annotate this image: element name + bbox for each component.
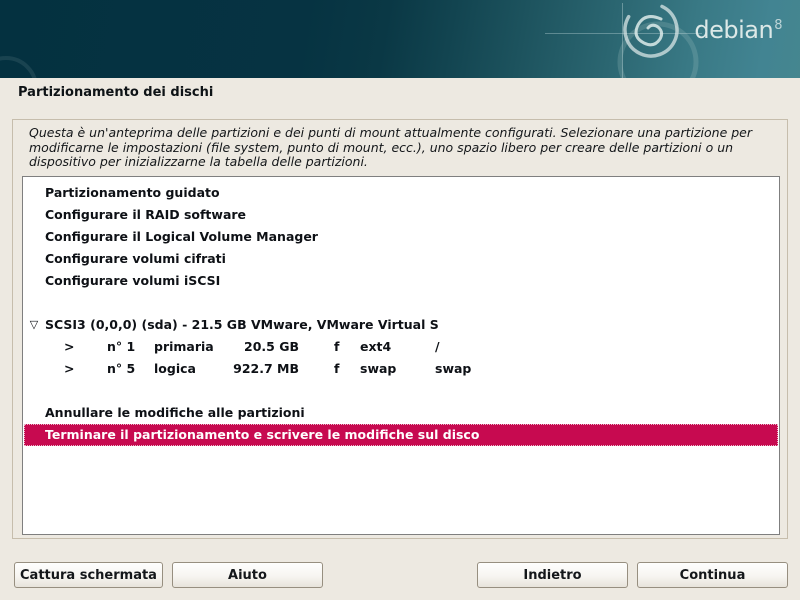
partition-mountpoint: swap — [435, 358, 471, 380]
list-item-label: Annullare le modifiche alle partizioni — [45, 405, 305, 420]
partition-size: 20.5 GB — [198, 336, 299, 358]
partition-number: n° 1 — [107, 336, 135, 358]
partition-format-flag: f — [334, 336, 339, 358]
intro-line: modificarne le impostazioni (file system… — [29, 141, 779, 156]
list-item-configure-iscsi[interactable]: Configurare volumi iSCSI — [23, 270, 779, 292]
partition-size: 922.7 MB — [198, 358, 299, 380]
partition-filesystem: swap — [360, 358, 396, 380]
expander-closed-icon[interactable]: > — [64, 336, 74, 358]
partition-filesystem: ext4 — [360, 336, 391, 358]
list-spacer-row — [23, 292, 779, 314]
partition-row-5[interactable]: > n° 5 logica 922.7 MB f swap swap — [23, 358, 779, 380]
list-item-finish-partitioning[interactable]: Terminare il partizionamento e scrivere … — [24, 424, 778, 446]
partition-format-flag: f — [334, 358, 339, 380]
screenshot-button[interactable]: Cattura schermata — [14, 562, 163, 588]
list-item-configure-raid[interactable]: Configurare il RAID software — [23, 204, 779, 226]
list-item-guided-partitioning[interactable]: Partizionamento guidato — [23, 182, 779, 204]
debian-swirl-icon — [0, 0, 800, 78]
page-title: Partizionamento dei dischi — [18, 85, 213, 100]
list-item-label: Configurare il RAID software — [45, 207, 246, 222]
list-item-label: Configurare volumi iSCSI — [45, 273, 220, 288]
version-number: 8 — [774, 18, 782, 33]
partition-mountpoint: / — [435, 336, 440, 358]
list-item-label: Partizionamento guidato — [45, 185, 220, 200]
help-button[interactable]: Aiuto — [172, 562, 323, 588]
brand-name: debian — [694, 16, 773, 44]
expander-closed-icon[interactable]: > — [64, 358, 74, 380]
list-spacer-row — [23, 380, 779, 402]
partition-list: Partizionamento guidato Configurare il R… — [22, 176, 780, 535]
list-item-configure-encrypted[interactable]: Configurare volumi cifrati — [23, 248, 779, 270]
list-item-label: Configurare il Logical Volume Manager — [45, 229, 318, 244]
list-item-configure-lvm[interactable]: Configurare il Logical Volume Manager — [23, 226, 779, 248]
intro-line: Questa è un'anteprima delle partizioni e… — [29, 126, 779, 141]
back-button[interactable]: Indietro — [477, 562, 628, 588]
partition-type: logica — [154, 358, 196, 380]
list-item-label: Configurare volumi cifrati — [45, 251, 226, 266]
list-item-label: Terminare il partizionamento e scrivere … — [45, 427, 479, 442]
intro-line: dispositivo per inizializzarne la tabell… — [29, 155, 779, 170]
expander-open-icon[interactable]: ▽ — [23, 314, 45, 336]
continue-button[interactable]: Continua — [637, 562, 788, 588]
list-item-undo-changes[interactable]: Annullare le modifiche alle partizioni — [23, 402, 779, 424]
disk-row[interactable]: ▽ SCSI3 (0,0,0) (sda) - 21.5 GB VMware, … — [23, 314, 779, 336]
banner: debian8 — [0, 0, 800, 78]
partition-preview-frame: Questa è un'anteprima delle partizioni e… — [12, 119, 788, 539]
partition-number: n° 5 — [107, 358, 135, 380]
disk-label: SCSI3 (0,0,0) (sda) - 21.5 GB VMware, VM… — [45, 317, 439, 332]
debian-logo: debian8 — [694, 16, 782, 44]
partition-row-1[interactable]: > n° 1 primaria 20.5 GB f ext4 / — [23, 336, 779, 358]
intro-text: Questa è un'anteprima delle partizioni e… — [29, 126, 779, 170]
